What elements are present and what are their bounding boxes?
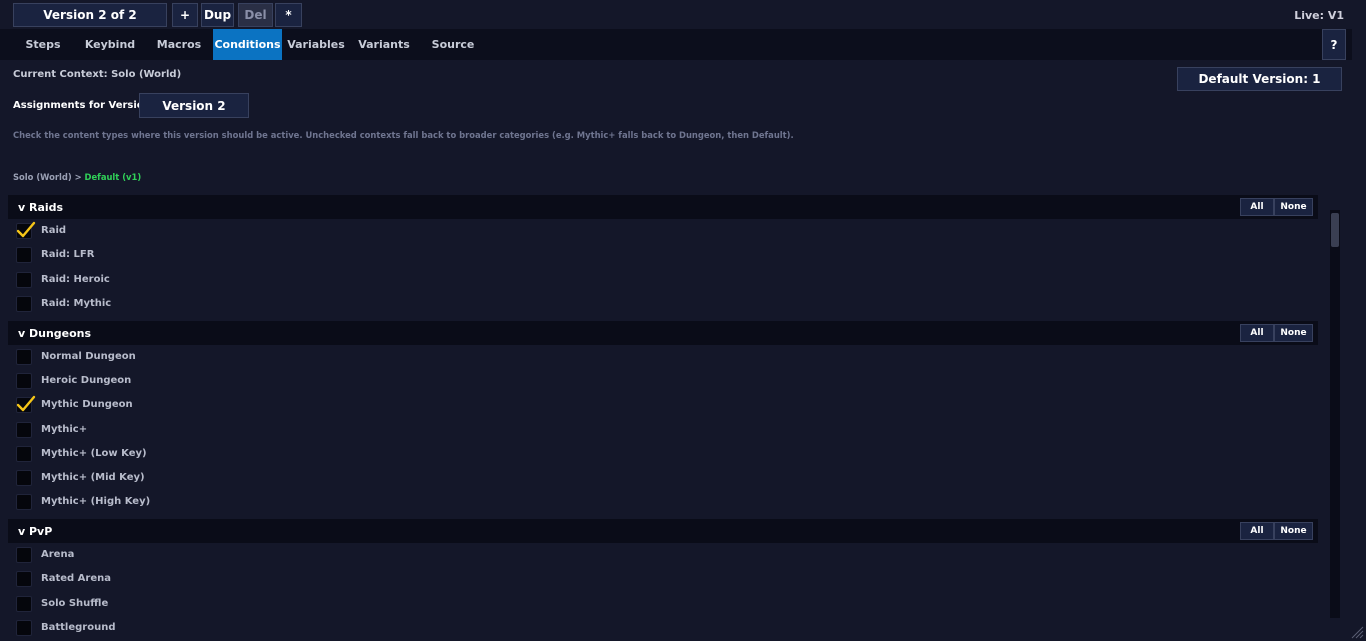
set-live-button[interactable]: * (275, 3, 302, 27)
tab-variables[interactable]: Variables (285, 29, 347, 60)
version-toolbar: Version 2 of 2 + Dup Del * Live: V1 (0, 0, 1366, 30)
list-item[interactable]: Normal Dungeon (16, 347, 616, 367)
checkbox[interactable] (16, 596, 32, 612)
breadcrumb-separator: > (74, 172, 82, 182)
breadcrumb-context: Solo (World) (13, 172, 72, 182)
list-item[interactable]: Battleground (16, 618, 616, 638)
section-title[interactable]: v PvP (18, 525, 52, 538)
section-header-dungeons[interactable]: v Dungeons All None (8, 321, 1318, 345)
section-header-pvp[interactable]: v PvP All None (8, 519, 1318, 543)
checkbox[interactable] (16, 422, 32, 438)
list-item[interactable]: Arena (16, 545, 616, 565)
checkbox[interactable] (16, 373, 32, 389)
item-label: Solo Shuffle (41, 598, 109, 609)
checkbox[interactable] (16, 494, 32, 510)
assignment-version-button[interactable]: Version 2 (139, 93, 249, 118)
checkbox[interactable] (16, 446, 32, 462)
item-label: Mythic+ (Mid Key) (41, 472, 145, 483)
tab-conditions[interactable]: Conditions (213, 29, 282, 60)
tab-source[interactable]: Source (424, 29, 482, 60)
add-version-button[interactable]: + (172, 3, 198, 27)
list-item[interactable]: Mythic Dungeon (16, 395, 616, 415)
item-label: Arena (41, 549, 75, 560)
checkbox[interactable] (16, 221, 36, 239)
list-item[interactable]: Mythic+ (High Key) (16, 492, 616, 512)
scrollbar-thumb[interactable] (1331, 213, 1339, 247)
list-item[interactable]: Raid: Heroic (16, 270, 616, 290)
item-label: Rated Arena (41, 573, 111, 584)
checkbox[interactable] (16, 296, 32, 312)
item-label: Raid: LFR (41, 249, 95, 260)
list-item[interactable]: Raid: Mythic (16, 294, 616, 314)
item-label: Mythic+ (41, 424, 88, 435)
tab-macros[interactable]: Macros (148, 29, 210, 60)
checkmark-icon (16, 221, 36, 238)
item-label: Raid: Heroic (41, 274, 110, 285)
tab-bar: Steps Keybind Macros Conditions Variable… (0, 29, 1352, 60)
select-none-button[interactable]: None (1274, 198, 1313, 216)
live-version-label: Live: V1 (1294, 9, 1344, 22)
fallback-breadcrumb: Solo (World) > Default (v1) (13, 172, 141, 182)
item-label: Mythic+ (Low Key) (41, 448, 147, 459)
duplicate-version-button[interactable]: Dup (201, 3, 234, 27)
list-item[interactable]: Mythic+ (Low Key) (16, 444, 616, 464)
checkbox[interactable] (16, 470, 32, 486)
list-item[interactable]: Heroic Dungeon (16, 371, 616, 391)
breadcrumb-resolved-version: Default (v1) (84, 172, 142, 182)
checkbox[interactable] (16, 349, 32, 365)
delete-version-button[interactable]: Del (238, 3, 273, 27)
checkbox[interactable] (16, 247, 32, 263)
resize-grip-icon[interactable] (1350, 625, 1364, 639)
select-all-button[interactable]: All (1240, 522, 1274, 540)
item-label: Raid (41, 225, 67, 236)
section-title[interactable]: v Dungeons (18, 327, 91, 340)
item-label: Mythic+ (High Key) (41, 496, 151, 507)
checkmark-icon (16, 395, 36, 412)
checkbox[interactable] (16, 620, 32, 636)
tab-variants[interactable]: Variants (354, 29, 414, 60)
section-title[interactable]: v Raids (18, 201, 63, 214)
checkbox[interactable] (16, 547, 32, 563)
list-item[interactable]: Raid (16, 221, 616, 241)
item-label: Mythic Dungeon (41, 399, 133, 410)
section-header-raids[interactable]: v Raids All None (8, 195, 1318, 219)
version-selector-button[interactable]: Version 2 of 2 (13, 3, 167, 27)
help-button[interactable]: ? (1322, 29, 1346, 60)
item-label: Normal Dungeon (41, 351, 136, 362)
item-label: Heroic Dungeon (41, 375, 132, 386)
checkbox[interactable] (16, 272, 32, 288)
select-none-button[interactable]: None (1274, 522, 1313, 540)
list-item[interactable]: Mythic+ (16, 420, 616, 440)
checkbox[interactable] (16, 571, 32, 587)
checkbox[interactable] (16, 395, 36, 413)
tab-steps[interactable]: Steps (13, 29, 73, 60)
item-label: Battleground (41, 622, 116, 633)
select-all-button[interactable]: All (1240, 198, 1274, 216)
list-item[interactable]: Mythic+ (Mid Key) (16, 468, 616, 488)
tab-keybind[interactable]: Keybind (80, 29, 140, 60)
conditions-help-text: Check the content types where this versi… (13, 130, 794, 140)
default-version-button[interactable]: Default Version: 1 (1177, 67, 1342, 91)
scrollbar-track[interactable] (1330, 210, 1340, 618)
list-item[interactable]: Rated Arena (16, 569, 616, 589)
item-label: Raid: Mythic (41, 298, 112, 309)
list-item[interactable]: Raid: LFR (16, 245, 616, 265)
current-context-label: Current Context: Solo (World) (13, 69, 182, 80)
select-all-button[interactable]: All (1240, 324, 1274, 342)
select-none-button[interactable]: None (1274, 324, 1313, 342)
list-item[interactable]: Solo Shuffle (16, 594, 616, 614)
